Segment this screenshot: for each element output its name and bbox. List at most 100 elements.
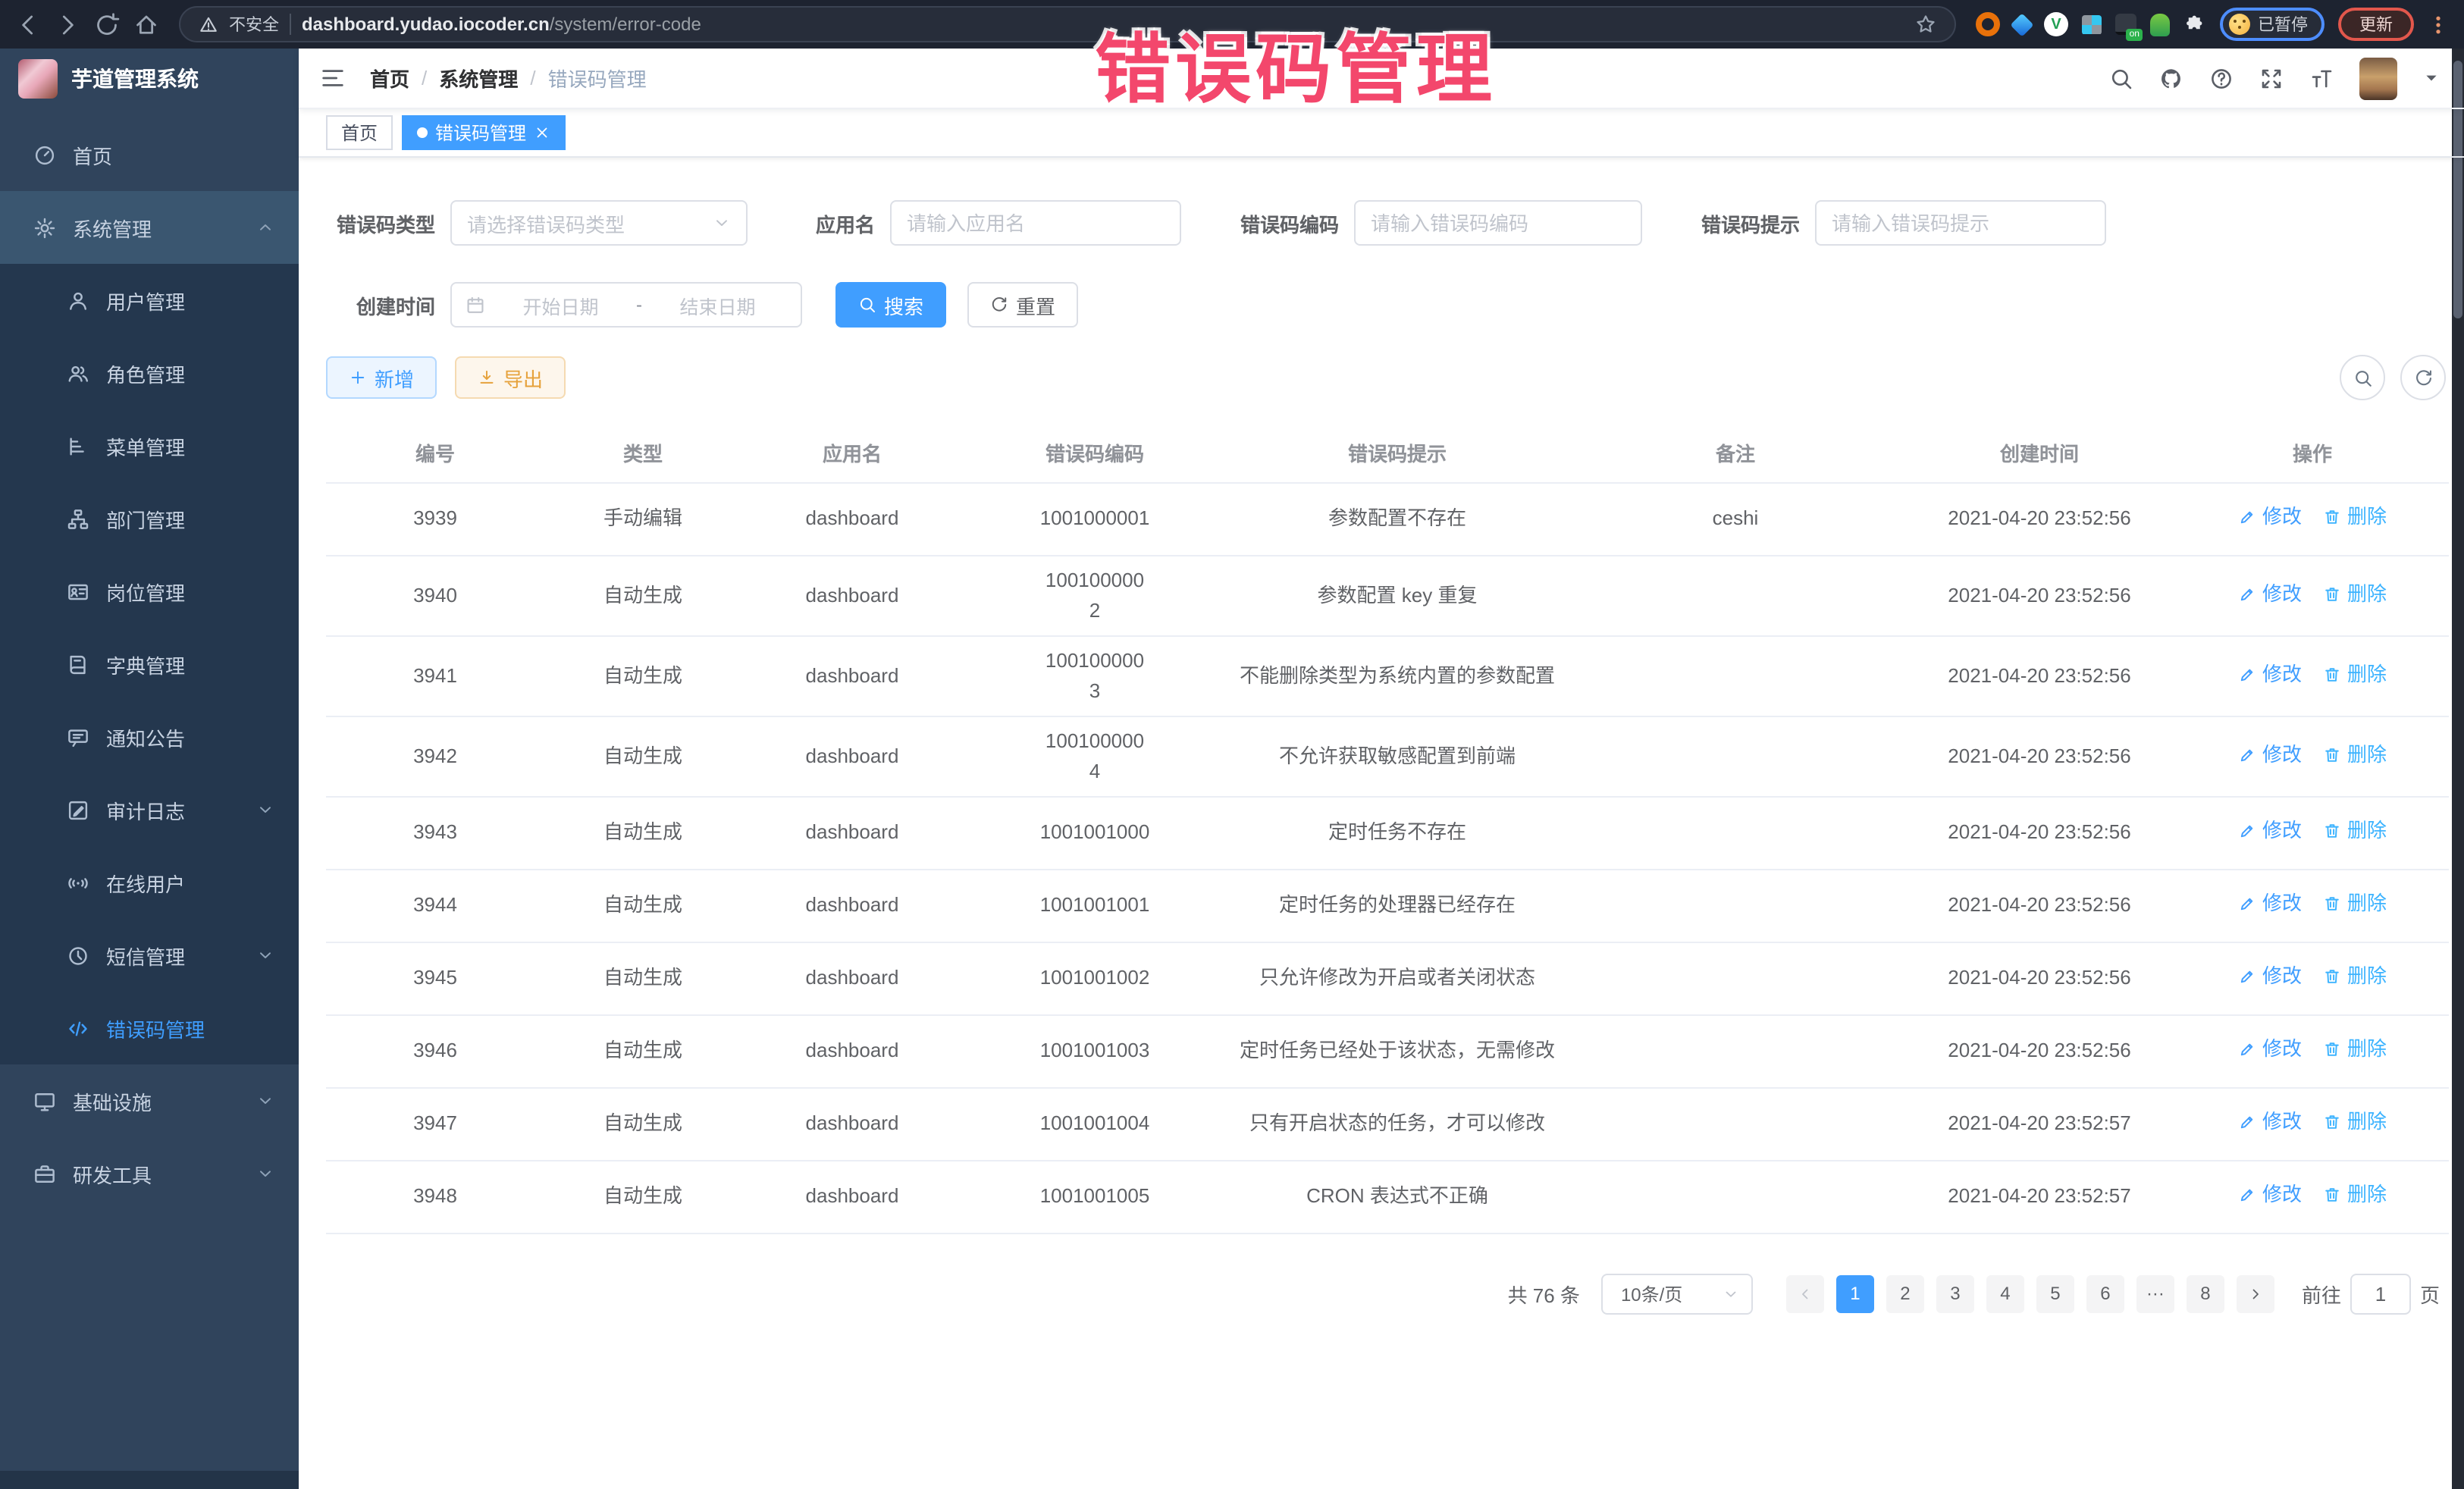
page-button[interactable]: 1 bbox=[1836, 1274, 1874, 1312]
row-memo-cell bbox=[1568, 1014, 1903, 1087]
app-name-input[interactable] bbox=[890, 200, 1181, 246]
delete-button[interactable]: 删除 bbox=[2323, 1034, 2387, 1064]
row-actions-cell: 修改删除 bbox=[2176, 1014, 2449, 1087]
url-divider bbox=[290, 14, 291, 35]
edit-button[interactable]: 修改 bbox=[2238, 1180, 2302, 1210]
page-button[interactable]: 6 bbox=[2086, 1274, 2124, 1312]
screen-on-extension-icon[interactable]: on bbox=[2115, 14, 2136, 35]
sidebar-item[interactable]: 基础设施 bbox=[0, 1064, 299, 1137]
url-host: dashboard.yudao.iocoder.cn bbox=[302, 14, 550, 35]
edit-button[interactable]: 修改 bbox=[2238, 659, 2302, 689]
blue-gem-extension-icon[interactable] bbox=[2010, 12, 2033, 36]
sidebar: 芋道管理系统 首页系统管理用户管理角色管理菜单管理部门管理岗位管理字典管理通知公… bbox=[0, 49, 299, 1489]
sidebar-item[interactable]: 错误码管理 bbox=[0, 992, 299, 1064]
edit-button[interactable]: 修改 bbox=[2238, 961, 2302, 992]
url-bar[interactable]: 不安全 dashboard.yudao.iocoder.cn/system/er… bbox=[179, 6, 1956, 42]
delete-button[interactable]: 删除 bbox=[2323, 502, 2387, 532]
green-agent-extension-icon[interactable] bbox=[2150, 13, 2170, 36]
online-users-icon bbox=[67, 871, 89, 894]
refresh-table-button[interactable] bbox=[2400, 355, 2446, 400]
page-scrollbar[interactable] bbox=[2452, 49, 2464, 1489]
back-icon[interactable] bbox=[15, 11, 41, 37]
sidebar-item[interactable]: 在线用户 bbox=[0, 846, 299, 919]
error-code-input[interactable] bbox=[1354, 200, 1642, 246]
sidebar-item[interactable]: 首页 bbox=[0, 118, 299, 191]
sidebar-item[interactable]: 短信管理 bbox=[0, 919, 299, 992]
reload-icon[interactable] bbox=[94, 11, 120, 37]
font-size-icon[interactable] bbox=[2309, 66, 2334, 90]
add-button[interactable]: 新增 bbox=[326, 356, 437, 399]
sidebar-item[interactable]: 通知公告 bbox=[0, 701, 299, 773]
sidebar-item[interactable]: 角色管理 bbox=[0, 337, 299, 409]
edit-button[interactable]: 修改 bbox=[2238, 578, 2302, 609]
error-hint-input[interactable] bbox=[1815, 200, 2106, 246]
url-text: dashboard.yudao.iocoder.cn/system/error-… bbox=[302, 14, 701, 35]
sidebar-item[interactable]: 字典管理 bbox=[0, 628, 299, 701]
sidebar-item[interactable]: 研发工具 bbox=[0, 1137, 299, 1210]
edit-button[interactable]: 修改 bbox=[2238, 1107, 2302, 1137]
grid-extension-icon[interactable] bbox=[2082, 14, 2102, 34]
prev-page-button[interactable] bbox=[1786, 1274, 1824, 1312]
delete-button[interactable]: 删除 bbox=[2323, 739, 2387, 770]
sidebar-item[interactable]: 菜单管理 bbox=[0, 409, 299, 482]
browser-menu-kebab-icon[interactable] bbox=[2428, 11, 2449, 37]
bookmark-star-icon[interactable] bbox=[1915, 14, 1936, 35]
sidebar-item[interactable]: 岗位管理 bbox=[0, 555, 299, 628]
reset-button[interactable]: 重置 bbox=[967, 282, 1078, 328]
user-avatar[interactable] bbox=[2359, 57, 2397, 99]
caret-down-icon[interactable] bbox=[2423, 70, 2440, 86]
sidebar-item[interactable]: 系统管理 bbox=[0, 191, 299, 264]
search-icon[interactable] bbox=[2109, 66, 2133, 90]
page-button[interactable]: 2 bbox=[1886, 1274, 1924, 1312]
breadcrumb-home[interactable]: 首页 bbox=[370, 64, 409, 92]
more-pages-button[interactable]: ··· bbox=[2136, 1274, 2174, 1312]
profile-paused-badge[interactable]: 已暂停 bbox=[2220, 8, 2324, 41]
edit-button[interactable]: 修改 bbox=[2238, 816, 2302, 846]
export-button[interactable]: 导出 bbox=[455, 356, 566, 399]
search-button[interactable]: 搜索 bbox=[835, 282, 946, 328]
delete-button[interactable]: 删除 bbox=[2323, 1107, 2387, 1137]
page-button[interactable]: 5 bbox=[2036, 1274, 2074, 1312]
app-logo-row[interactable]: 芋道管理系统 bbox=[0, 49, 299, 109]
delete-button[interactable]: 删除 bbox=[2323, 578, 2387, 609]
orange-target-extension-icon[interactable] bbox=[1976, 12, 2000, 36]
delete-button[interactable]: 删除 bbox=[2323, 961, 2387, 992]
error-type-select[interactable]: 请选择错误码类型 bbox=[450, 200, 748, 246]
edit-button[interactable]: 修改 bbox=[2238, 502, 2302, 532]
breadcrumb-system[interactable]: 系统管理 bbox=[439, 64, 518, 92]
page-button[interactable]: 3 bbox=[1936, 1274, 1974, 1312]
sidebar-item[interactable]: 用户管理 bbox=[0, 264, 299, 337]
row-memo-cell bbox=[1568, 1087, 1903, 1160]
sidebar-item[interactable]: 审计日志 bbox=[0, 773, 299, 846]
sidebar-item-label: 岗位管理 bbox=[106, 577, 185, 606]
sidebar-item[interactable]: 部门管理 bbox=[0, 482, 299, 555]
delete-button[interactable]: 删除 bbox=[2323, 1180, 2387, 1210]
screenshot-root: 不安全 dashboard.yudao.iocoder.cn/system/er… bbox=[0, 0, 2464, 1489]
forward-icon[interactable] bbox=[55, 11, 80, 37]
edit-button[interactable]: 修改 bbox=[2238, 1034, 2302, 1064]
delete-button[interactable]: 删除 bbox=[2323, 816, 2387, 846]
goto-page-input[interactable] bbox=[2350, 1273, 2411, 1314]
github-icon[interactable] bbox=[2159, 66, 2183, 90]
hamburger-icon[interactable] bbox=[320, 65, 346, 91]
tab-home[interactable]: 首页 bbox=[326, 115, 393, 150]
fullscreen-icon[interactable] bbox=[2259, 66, 2284, 90]
chevron-down-icon bbox=[1723, 1285, 1739, 1302]
delete-button[interactable]: 删除 bbox=[2323, 659, 2387, 689]
tab-error-code[interactable]: 错误码管理 bbox=[402, 115, 566, 150]
page-button[interactable]: 4 bbox=[1986, 1274, 2024, 1312]
help-icon[interactable] bbox=[2209, 66, 2234, 90]
page-button[interactable]: 8 bbox=[2187, 1274, 2224, 1312]
edit-button[interactable]: 修改 bbox=[2238, 739, 2302, 770]
green-v-extension-icon[interactable]: V bbox=[2044, 12, 2068, 36]
create-time-range-picker[interactable]: 开始日期 - 结束日期 bbox=[450, 282, 802, 328]
puzzle-extension-icon[interactable] bbox=[2183, 13, 2206, 36]
browser-update-button[interactable]: 更新 bbox=[2338, 8, 2414, 41]
edit-button[interactable]: 修改 bbox=[2238, 889, 2302, 919]
page-size-select[interactable]: 10条/页 bbox=[1601, 1273, 1753, 1314]
toggle-search-button[interactable] bbox=[2340, 355, 2385, 400]
home-icon[interactable] bbox=[133, 11, 159, 37]
next-page-button[interactable] bbox=[2237, 1274, 2274, 1312]
delete-button[interactable]: 删除 bbox=[2323, 889, 2387, 919]
close-icon[interactable] bbox=[534, 124, 550, 141]
